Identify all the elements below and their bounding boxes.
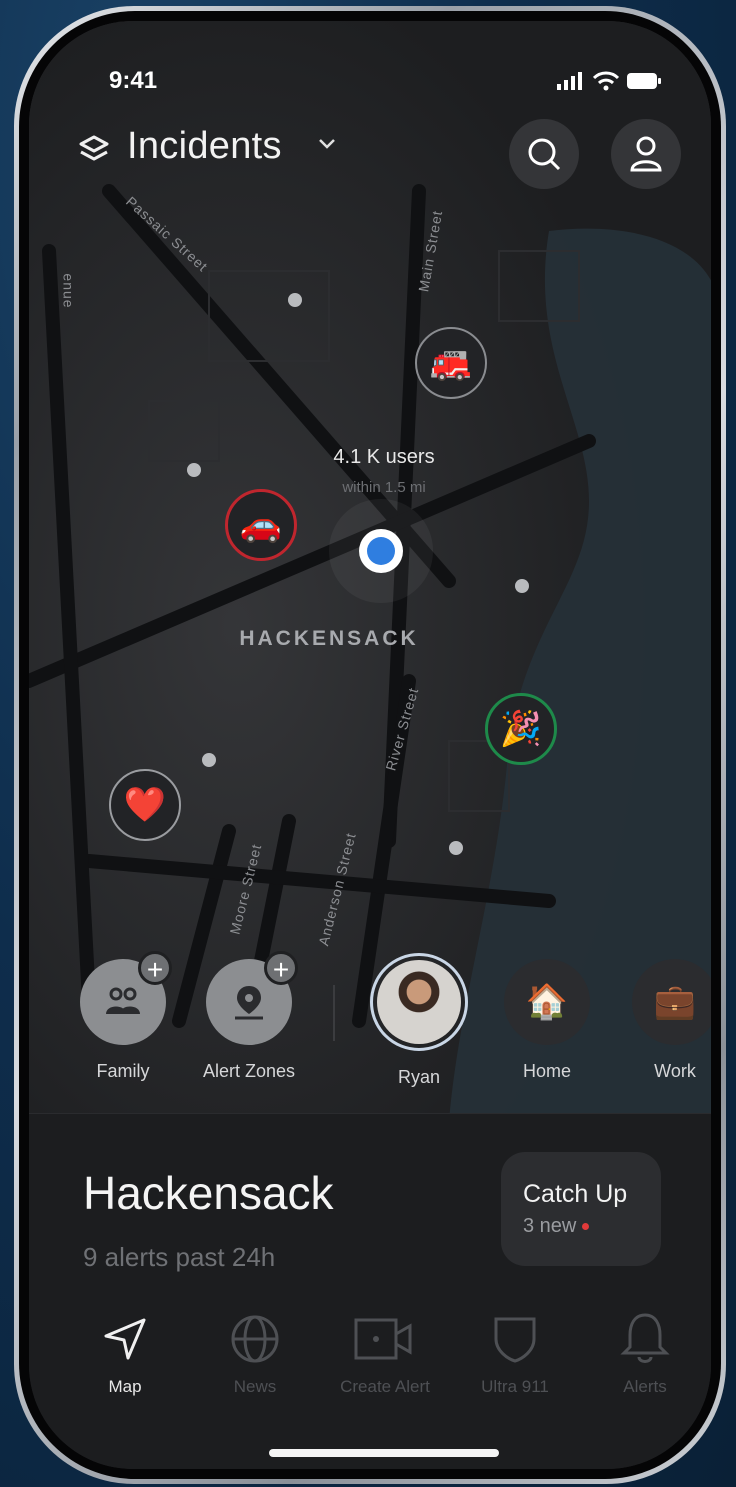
add-icon[interactable]: + [138,951,172,985]
tab-bar: Map News Create Alert Ultra 911 Alerts [29,1311,711,1421]
map-dot[interactable] [202,753,216,767]
tab-label: News [233,1377,277,1396]
shortcut-label: Work [654,1061,696,1081]
family-icon: + [80,951,172,1045]
tab-alerts[interactable]: Alerts [575,1311,711,1397]
places-row: + Family + Alert Zones Ryan 🏠 Home 💼 Wor… [29,951,711,1099]
map-dot[interactable] [288,293,302,307]
status-time: 9:41 [109,67,158,94]
globe-icon [231,1315,279,1363]
status-bar: 9:41 [29,61,711,101]
shortcut-label: Home [522,1061,571,1081]
top-bar: Incidents [29,119,711,189]
battery-icon [627,73,661,89]
catch-up-count-text: 3 new [523,1215,577,1237]
shield-icon [494,1317,536,1363]
party-popper-icon: 🎉 [499,710,543,748]
shortcut-work[interactable]: 💼 Work [615,959,711,1082]
navigation-arrow-icon [104,1318,146,1360]
tab-map[interactable]: Map [55,1311,195,1397]
tab-label: Ultra 911 [481,1377,549,1396]
tab-create-alert[interactable]: Create Alert [315,1311,455,1397]
map-city-label: HACKENSACK [239,627,419,650]
shortcut-family[interactable]: + Family [63,951,183,1082]
briefcase-icon: 💼 [632,959,711,1045]
briefcase-emoji: 💼 [653,983,697,1021]
wifi-icon [593,71,619,91]
tab-ultra-911[interactable]: Ultra 911 [445,1311,585,1397]
fire-truck-icon: 🚒 [429,344,473,382]
users-radius: within 1.5 mi [342,479,426,496]
divider [333,985,335,1041]
sheet-city-title: Hackensack [83,1167,334,1219]
video-camera-icon [354,1318,412,1360]
medical-pin[interactable]: ❤️ [109,769,181,841]
signal-icon [557,72,582,90]
catch-up-count: 3 new [523,1215,661,1238]
page-title[interactable]: Incidents [127,125,282,168]
shortcut-home[interactable]: 🏠 Home [487,959,607,1082]
phone-bezel: Passaic Street Main Street River Street … [19,11,721,1479]
map-dot[interactable] [515,579,529,593]
screen: Passaic Street Main Street River Street … [29,21,711,1469]
shortcut-label: Family [96,1061,150,1081]
location-pin-icon: + [206,951,298,1045]
shortcut-label: Alert Zones [202,1061,296,1081]
chevron-down-icon[interactable] [317,137,337,151]
car-crash-pin[interactable]: 🚗 [225,489,297,561]
person-icon [630,136,662,172]
layers-icon[interactable] [77,133,111,167]
avatar [377,960,461,1044]
map-dot[interactable] [187,463,201,477]
status-icons [557,71,661,91]
home-indicator[interactable] [269,1449,499,1457]
search-icon [528,138,561,171]
shortcut-ryan[interactable]: Ryan [359,953,479,1088]
catch-up-title: Catch Up [523,1180,628,1208]
shortcut-alert-zones[interactable]: + Alert Zones [189,951,309,1082]
fire-truck-pin[interactable]: 🚒 [415,327,487,399]
tab-label: Alerts [623,1377,667,1396]
shortcut-label: Ryan [397,1067,441,1087]
tab-label: Create Alert [340,1377,430,1396]
party-pin[interactable]: 🎉 [485,693,557,765]
new-indicator-dot [582,1223,590,1230]
search-button[interactable] [509,119,579,189]
house-emoji: 🏠 [525,983,569,1021]
map-dot[interactable] [449,841,463,855]
catch-up-button[interactable]: Catch Up 3 new [501,1152,661,1266]
home-icon: 🏠 [504,959,590,1045]
alerts-summary: 9 alerts past 24h [83,1242,276,1272]
profile-button[interactable] [611,119,681,189]
tab-news[interactable]: News [185,1311,325,1397]
bell-icon [620,1313,670,1363]
car-icon: 🚗 [239,506,283,544]
avatar-ring [370,953,468,1051]
street-label: enue [60,273,77,309]
heart-icon: ❤️ [123,786,167,824]
tab-label: Map [108,1377,142,1396]
add-icon[interactable]: + [264,951,298,985]
current-location-marker[interactable] [359,529,403,573]
phone-frame: Passaic Street Main Street River Street … [14,6,726,1484]
users-count: 4.1 K users [333,446,435,468]
